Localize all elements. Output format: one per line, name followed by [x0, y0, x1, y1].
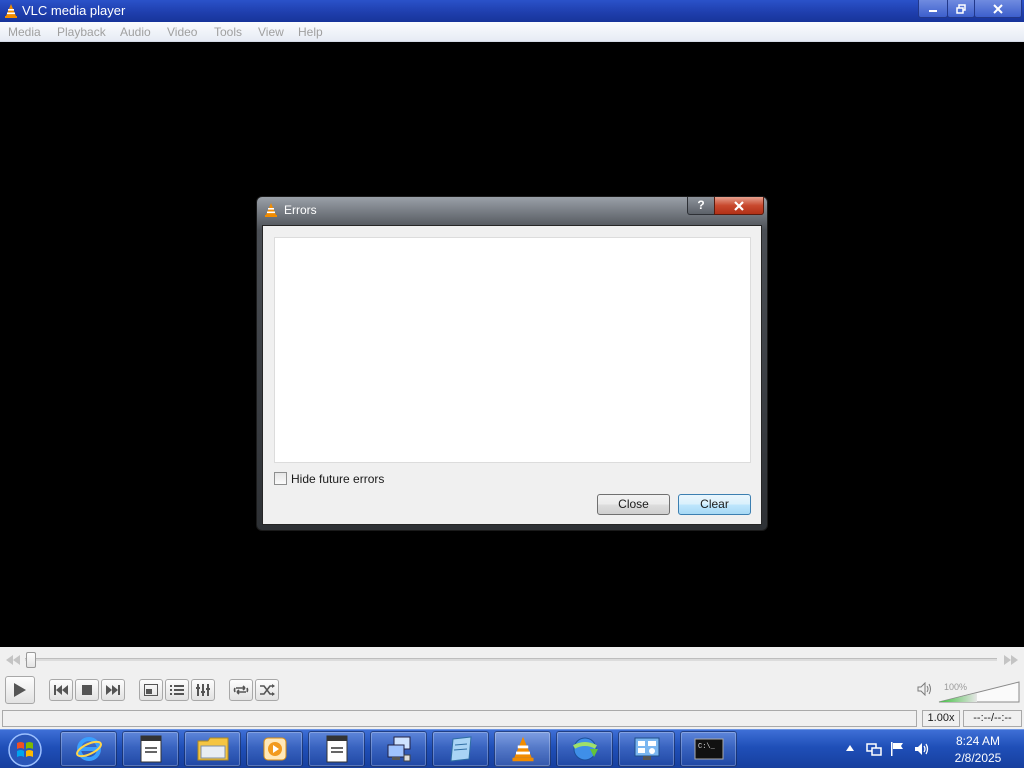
download-manager-icon [572, 737, 598, 761]
show-hidden-icons-icon[interactable] [846, 745, 854, 751]
command-prompt-icon: C:\_ [694, 738, 723, 760]
previous-button[interactable] [49, 679, 73, 701]
taskbar-file-explorer[interactable] [184, 731, 241, 767]
taskbar-download-manager[interactable] [556, 731, 613, 767]
skip-back-icon[interactable] [6, 655, 20, 665]
close-icon [734, 200, 744, 211]
fullscreen-icon [144, 684, 158, 696]
help-button[interactable]: ? [687, 197, 715, 215]
close-button[interactable]: Close [597, 494, 670, 515]
minimize-button[interactable] [918, 0, 948, 18]
taskbar-command-prompt[interactable]: C:\_ [680, 731, 737, 767]
volume-slider[interactable] [937, 680, 1021, 704]
network-computer-icon [387, 736, 410, 762]
playback-speed[interactable]: 1.00x [922, 710, 960, 727]
loop-button[interactable] [229, 679, 253, 701]
volume-tray-icon[interactable] [914, 741, 930, 757]
clock-time[interactable]: 8:24 AM [948, 734, 1008, 748]
menu-help[interactable]: Help [298, 25, 323, 39]
next-button[interactable] [101, 679, 125, 701]
window-close-button[interactable] [974, 0, 1022, 18]
close-icon [993, 3, 1003, 14]
svg-text:C:\_: C:\_ [698, 743, 716, 751]
stop-button[interactable] [75, 679, 99, 701]
taskbar-internet-explorer[interactable] [60, 731, 117, 767]
menu-view[interactable]: View [258, 25, 284, 39]
time-display[interactable]: --:--/--:-- [963, 710, 1022, 727]
menu-bar: Media Playback Audio Video Tools View He… [0, 22, 1024, 42]
menu-playback[interactable]: Playback [57, 25, 106, 39]
window-titlebar[interactable]: VLC media player [0, 0, 1024, 22]
playlist-icon [170, 685, 184, 695]
file-explorer-icon [197, 737, 228, 761]
fullscreen-button[interactable] [139, 679, 163, 701]
speaker-icon[interactable] [917, 682, 933, 696]
play-icon [14, 683, 26, 697]
window-title: VLC media player [22, 3, 126, 18]
skip-forward-icon[interactable] [1004, 655, 1018, 665]
control-panel-icon [634, 737, 659, 760]
seek-bar [0, 647, 1024, 673]
taskbar-control-panel[interactable] [618, 731, 675, 767]
minimize-icon [929, 9, 937, 12]
system-tray: 8:24 AM 2/8/2025 [842, 730, 1024, 768]
network-icon[interactable] [866, 741, 882, 757]
menu-media[interactable]: Media [8, 25, 41, 39]
extended-settings-icon [196, 684, 210, 696]
extended-settings-button[interactable] [191, 679, 215, 701]
vlc-cone-icon [5, 4, 17, 18]
vlc-cone-icon [265, 203, 277, 217]
restore-icon [956, 3, 966, 14]
taskbar: C:\_ 8:24 AM 2/8/2025 [0, 729, 1024, 768]
help-icon: ? [697, 198, 705, 212]
checkbox-label: Hide future errors [291, 472, 385, 486]
dialog-close-x-button[interactable] [714, 197, 764, 215]
menu-tools[interactable]: Tools [214, 25, 242, 39]
clock-date[interactable]: 2/8/2025 [948, 751, 1008, 765]
start-button[interactable] [4, 732, 46, 768]
menu-video[interactable]: Video [167, 25, 197, 39]
shuffle-button[interactable] [255, 679, 279, 701]
media-center-icon [263, 737, 286, 761]
next-icon [106, 685, 120, 695]
errors-dialog: Errors ? Hide future errors Close Clear [256, 196, 768, 531]
notepad-icon [449, 736, 472, 762]
menu-audio[interactable]: Audio [120, 25, 151, 39]
document-window-icon [326, 735, 347, 763]
checkbox-box[interactable] [274, 472, 287, 485]
play-button[interactable] [5, 676, 35, 704]
restore-button[interactable] [947, 0, 975, 18]
dialog-body: Hide future errors Close Clear [262, 225, 762, 525]
status-message-area [2, 710, 917, 727]
taskbar-document-1[interactable] [122, 731, 179, 767]
taskbar-vlc[interactable] [494, 731, 551, 767]
document-window-icon [140, 735, 161, 763]
taskbar-media-center[interactable] [246, 731, 303, 767]
clear-button[interactable]: Clear [678, 494, 751, 515]
action-center-flag-icon[interactable] [890, 741, 904, 757]
error-log-textarea[interactable] [274, 237, 751, 463]
controls-panel: 100% 1.00x --:--/--:-- [0, 647, 1024, 729]
taskbar-network-computer[interactable] [370, 731, 427, 767]
status-bar: 1.00x --:--/--:-- [0, 709, 1024, 729]
internet-explorer-icon [75, 737, 102, 761]
vlc-cone-icon [512, 736, 533, 762]
loop-icon [233, 685, 249, 695]
taskbar-notepad[interactable] [432, 731, 489, 767]
seek-handle[interactable] [26, 652, 36, 668]
taskbar-document-2[interactable] [308, 731, 365, 767]
stop-icon [82, 685, 92, 695]
seek-track[interactable] [25, 658, 997, 661]
playlist-button[interactable] [165, 679, 189, 701]
previous-icon [54, 685, 68, 695]
dialog-title: Errors [284, 203, 317, 217]
shuffle-icon [260, 684, 275, 696]
